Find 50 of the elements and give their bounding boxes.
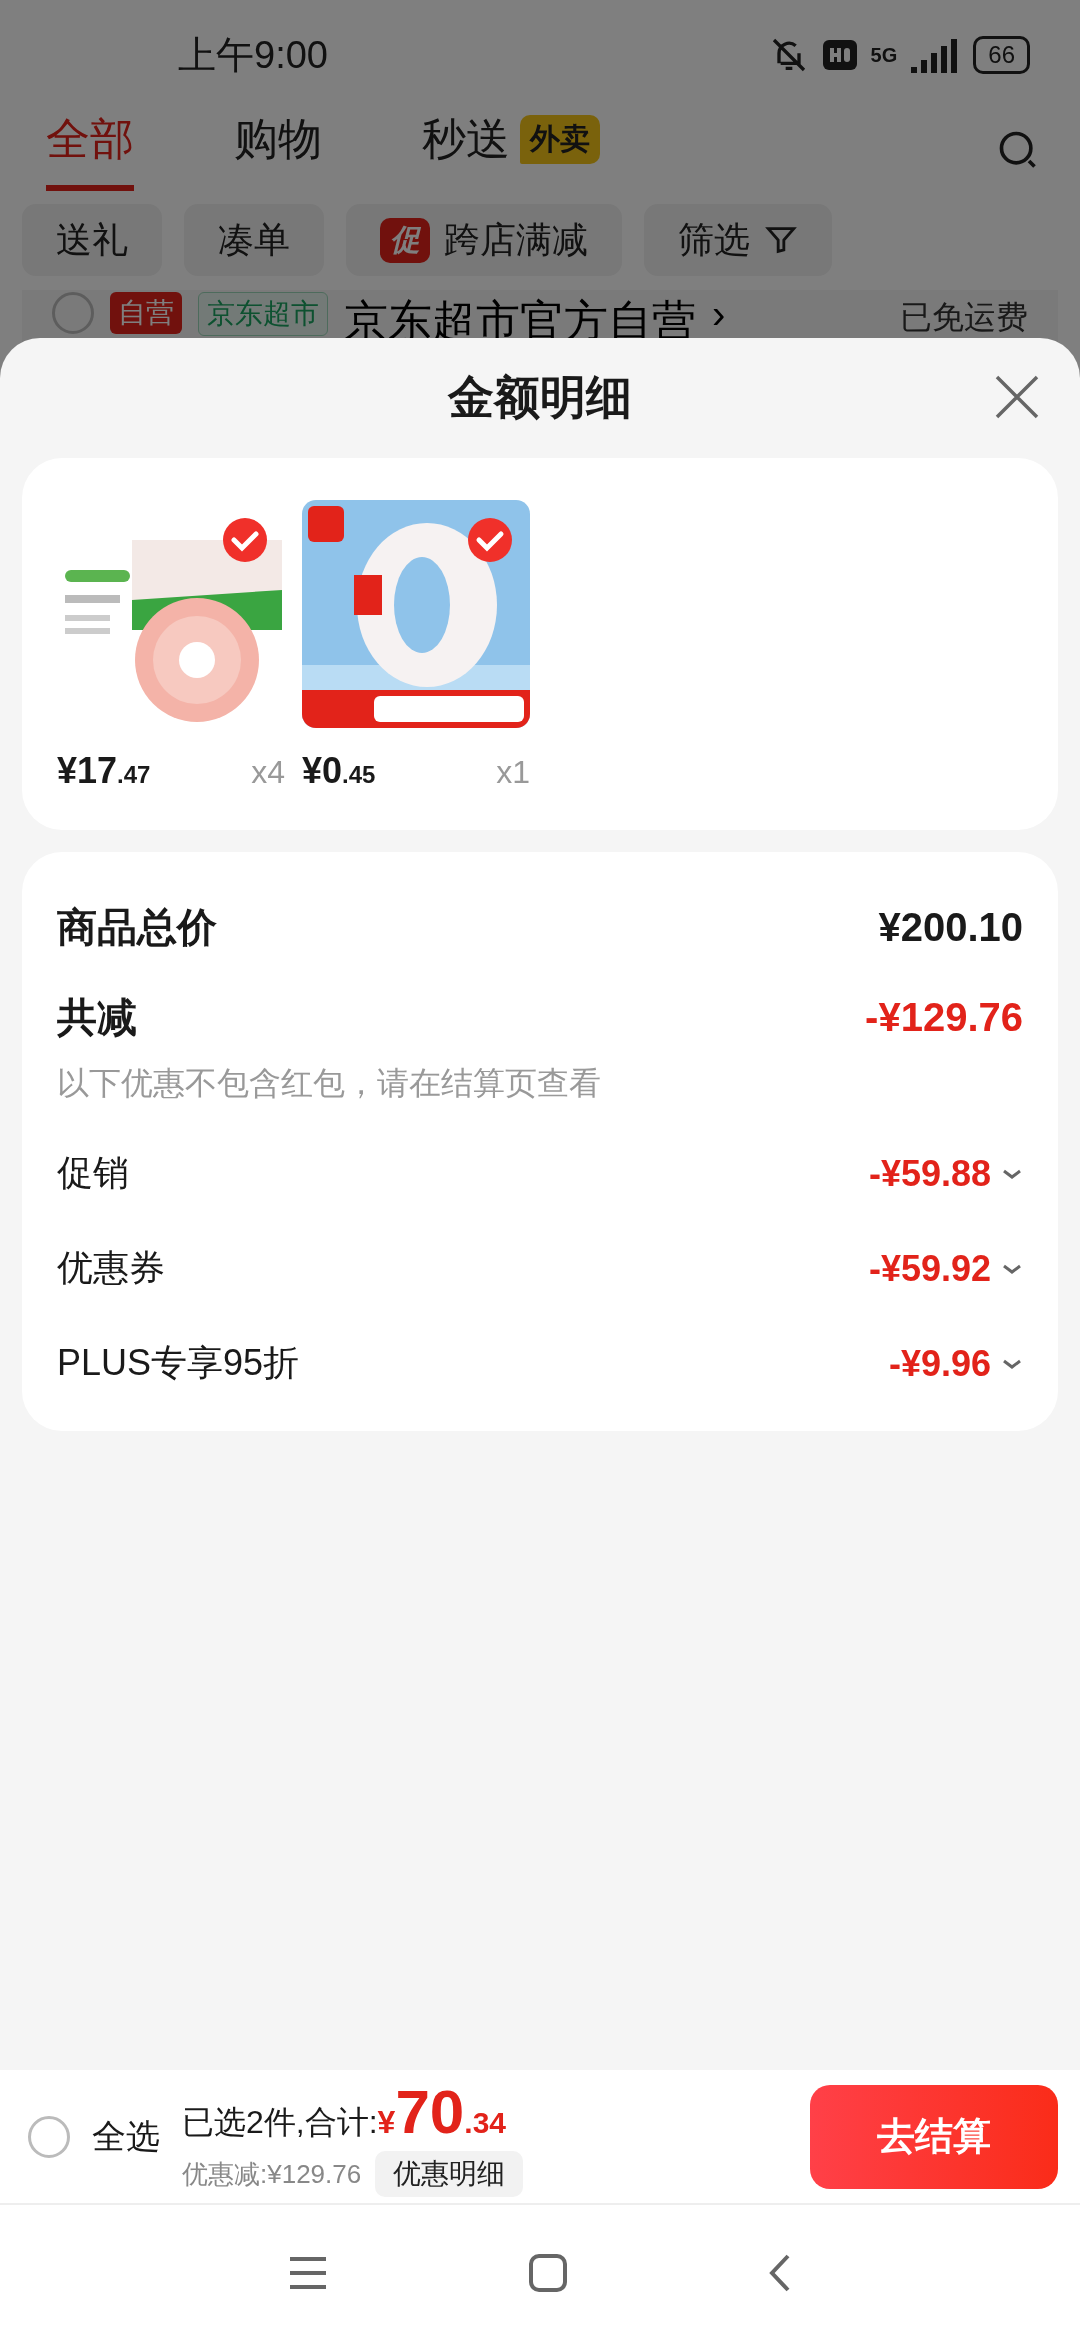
discount-item-label: 优惠券 <box>57 1246 165 1290</box>
selected-count: 已选2件,合计: <box>182 2103 378 2142</box>
back-icon[interactable] <box>768 2252 792 2293</box>
total-price: ¥70.34 <box>377 2076 507 2147</box>
filter-chip[interactable]: 促 跨店满减 <box>346 204 622 276</box>
channel-tag: 京东超市 <box>198 292 328 336</box>
shipping-note: 已免运费 <box>900 298 1028 337</box>
signal-icon <box>911 37 960 73</box>
check-icon[interactable] <box>223 518 267 562</box>
select-all-checkbox[interactable] <box>28 2115 70 2158</box>
discount-amount: -¥129.76 <box>865 994 1023 1040</box>
battery-level: 66 <box>973 36 1030 74</box>
tab-badge: 外卖 <box>520 114 600 164</box>
discount-label: 共减 <box>57 993 137 1041</box>
total-amount: ¥200.10 <box>878 904 1023 950</box>
product-price: ¥17.47 <box>57 750 151 792</box>
category-tab[interactable]: 购物 <box>234 109 322 191</box>
store-arrow: › <box>712 292 726 337</box>
discount-detail-button[interactable]: 优惠明细 <box>375 2151 524 2197</box>
hd-icon <box>822 40 857 70</box>
chip-label: 筛选 <box>678 217 750 262</box>
discount-item-amount: -¥59.92 <box>868 1247 991 1290</box>
store-checkbox[interactable] <box>52 292 94 334</box>
discount-item-label: 促销 <box>57 1151 129 1195</box>
sheet-title: 金额明细 <box>448 370 632 425</box>
status-time: 上午9:00 <box>178 32 328 78</box>
select-all-label[interactable]: 全选 <box>92 2113 160 2160</box>
total-label: 商品总价 <box>57 903 217 951</box>
category-tab[interactable]: 全部 <box>46 109 134 191</box>
network-type: 5G <box>870 43 898 67</box>
saving-amount: 优惠减:¥129.76 <box>182 2157 362 2191</box>
close-icon[interactable] <box>994 374 1040 420</box>
home-icon[interactable] <box>528 2252 568 2293</box>
self-operated-tag: 自营 <box>110 292 182 334</box>
filter-chip[interactable]: 凑单 <box>184 204 324 276</box>
promo-tag: 促 <box>380 217 430 263</box>
discount-item-amount: -¥9.96 <box>888 1342 991 1385</box>
filter-chip[interactable]: 送礼 <box>22 204 162 276</box>
filter-chip[interactable]: 筛选 <box>644 204 832 276</box>
checkout-button[interactable]: 去结算 <box>810 2084 1058 2189</box>
chip-label: 跨店满减 <box>444 217 588 262</box>
check-icon[interactable] <box>468 518 512 562</box>
product-quantity: x4 <box>251 754 285 791</box>
product-quantity: x1 <box>496 754 530 791</box>
discount-item-amount: -¥59.88 <box>868 1152 991 1195</box>
discount-item-label: PLUS专享95折 <box>57 1341 300 1385</box>
discount-note: 以下优惠不包含红包，请在结算页查看 <box>57 1064 602 1103</box>
category-tab[interactable]: 秒送 外卖 <box>422 109 600 191</box>
product-price: ¥0.45 <box>302 750 376 792</box>
menu-icon[interactable] <box>288 2254 328 2291</box>
